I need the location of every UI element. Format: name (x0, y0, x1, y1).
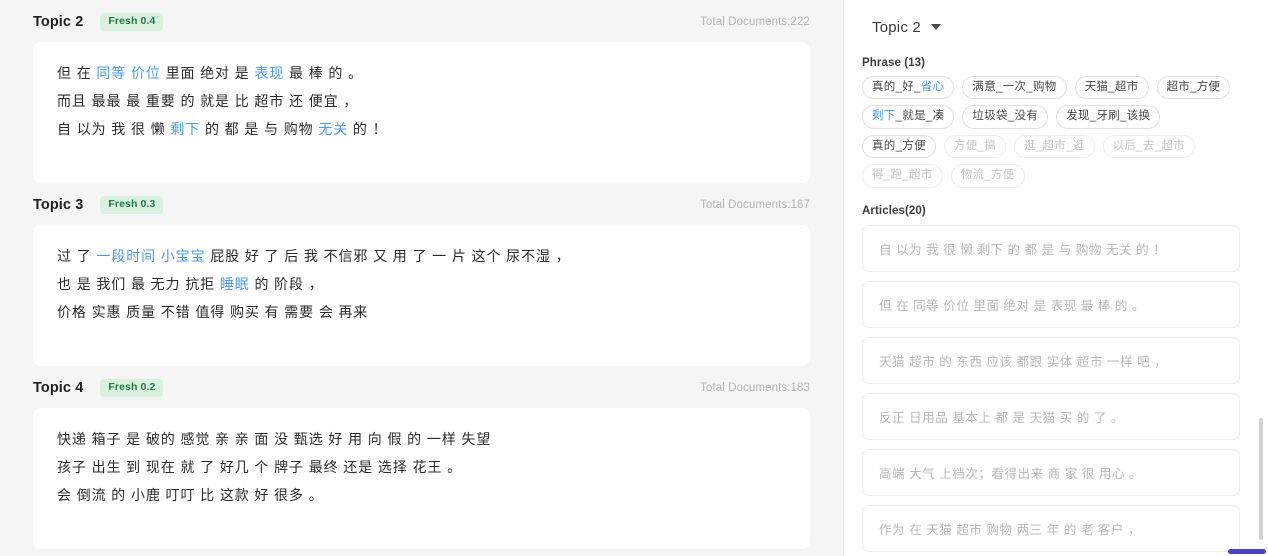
article-item[interactable]: 反正 日用品 基本上 都 是 天猫 买 的 了 。 (862, 392, 1240, 440)
document-line: 自 以为 我 很 懒 剩下 的 都 是 与 购物 无关 的 ！ (57, 115, 786, 143)
plain-text: 但 在 (57, 65, 97, 81)
plain-text: 会 倒流 的 小鹿 叮叮 比 这款 好 很多 。 (57, 487, 324, 503)
vertical-scrollbar[interactable] (1258, 0, 1266, 556)
articles-section-label: Articles(20) (862, 204, 926, 217)
topic-title: Topic 4 (33, 380, 84, 396)
phrase-tag-list: 真的_好_省心 满意_一次_购物 天猫_超市 超市_方便剩下_就是_凑 垃圾袋_没有 发现… (862, 76, 1240, 188)
plain-text: 最 棒 的 。 (284, 65, 364, 81)
highlighted-term: 剩下 (170, 121, 201, 137)
phrase-tag[interactable]: 以后_去_超市 (1102, 134, 1196, 159)
highlighted-term: 表现 (254, 65, 285, 81)
plain-text: 也 是 我们 最 无力 抗拒 (57, 276, 220, 292)
topic-block: Topic 2 Fresh 0.4 Total Documents:222 但 在 同… (0, 0, 843, 183)
document-line: 会 倒流 的 小鹿 叮叮 比 这款 好 很多 。 (57, 481, 786, 509)
topic-header: Topic 3 Fresh 0.3 Total Documents:167 (33, 183, 810, 217)
phrase-tag[interactable]: 天猫_超市 (1074, 76, 1149, 100)
highlighted-term: 一段时间 小宝宝 (96, 248, 206, 264)
phrase-tag[interactable]: 发现_牙刷_该换 (1056, 105, 1161, 129)
plain-text: 逛_超市_逛 (1024, 139, 1085, 152)
topic-block: Topic 3 Fresh 0.3 Total Documents:167 过 了 一… (0, 183, 843, 366)
highlighted-term: 剩下 (872, 110, 896, 123)
plain-text: 物流_方便 (960, 169, 1015, 182)
highlighted-term: 省心 (920, 81, 945, 93)
plain-text: 的 都 是 与 购物 (200, 121, 319, 137)
plain-text: 以后_去_超市 (1112, 139, 1186, 152)
phrase-tag[interactable]: 剩下_就是_凑 (862, 105, 955, 129)
document-line: 而且 最最 最 重要 的 就是 比 超市 还 便宜 ， (57, 87, 786, 115)
phrase-section-label: Phrase (13) (862, 57, 926, 69)
topic-selector-label: Topic 2 (872, 18, 921, 36)
phrase-tag[interactable]: 真的_方便 (862, 134, 936, 159)
topic-header: Topic 2 Fresh 0.4 Total Documents:222 (33, 0, 810, 34)
plain-text: 真的_好_ (872, 81, 921, 93)
total-documents-label: Total Documents:222 (700, 16, 810, 28)
plain-text: 方便_搞 (953, 139, 997, 152)
document-line: 孩子 出生 到 现在 就 了 好几 个 牌子 最终 还是 选择 花王 。 (57, 453, 786, 481)
phrase-tag[interactable]: 超市_方便 (1156, 76, 1231, 100)
plain-text: 而且 最最 最 重要 的 就是 比 超市 还 便宜 ， (57, 93, 359, 109)
article-item[interactable]: 但 在 同等 价位 里面 绝对 是 表现 最 棒 的 。 (862, 280, 1240, 328)
document-line: 但 在 同等 价位 里面 绝对 是 表现 最 棒 的 。 (57, 59, 786, 87)
plain-text: 屁股 好 了 后 我 不信邪 又 用 了 一 片 这个 尿不湿 ， (205, 248, 571, 264)
topic-block: Topic 4 Fresh 0.2 Total Documents:183 快递 箱子… (0, 366, 843, 549)
topic-documents-card[interactable]: 但 在 同等 价位 里面 绝对 是 表现 最 棒 的 。而且 最最 最 重要 的… (33, 42, 810, 183)
article-item[interactable]: 自 以为 我 很 懒 剩下 的 都 是 与 购物 无关 的 ！ (862, 224, 1240, 272)
total-documents-label: Total Documents:183 (700, 382, 810, 394)
plain-text: 价格 实惠 质量 不错 值得 购买 有 需要 会 再来 (57, 304, 369, 320)
freshness-badge: Fresh 0.4 (100, 13, 164, 31)
plain-text: 自 以为 我 很 懒 (57, 121, 171, 137)
plain-text: _就是_凑 (895, 110, 945, 123)
app-root: Topic 2 Fresh 0.4 Total Documents:222 但 在 同… (0, 0, 1268, 556)
vertical-scrollbar-thumb[interactable] (1259, 418, 1263, 540)
phrase-tag[interactable]: 逛_超市_逛 (1014, 134, 1095, 159)
chevron-down-icon[interactable] (930, 24, 941, 30)
plain-text: 天猫_超市 (1084, 81, 1139, 93)
plain-text: 真的_方便 (872, 139, 926, 152)
plain-text: 里面 绝对 是 (160, 65, 255, 81)
total-documents-label: Total Documents:167 (700, 199, 810, 211)
freshness-badge: Fresh 0.2 (100, 379, 164, 397)
highlighted-term: 无关 (318, 121, 349, 137)
plain-text: 发现_牙刷_该换 (1066, 110, 1151, 123)
document-line: 快递 箱子 是 破的 感觉 亲 亲 面 没 甄选 好 用 向 假 的 一样 失望 (57, 425, 786, 453)
plain-text: 垃圾袋_没有 (972, 110, 1039, 123)
plain-text: 孩子 出生 到 现在 就 了 好几 个 牌子 最终 还是 选择 花王 。 (57, 459, 462, 475)
plain-text: 过 了 (57, 248, 97, 264)
plain-text: 的 阶段 ， (249, 276, 324, 292)
document-line: 也 是 我们 最 无力 抗拒 睡眠 的 阶段 ， (57, 270, 786, 298)
highlighted-term: 睡眠 (219, 276, 250, 292)
topics-panel[interactable]: Topic 2 Fresh 0.4 Total Documents:222 但 在 同… (0, 0, 843, 556)
topic-documents-card[interactable]: 快递 箱子 是 破的 感觉 亲 亲 面 没 甄选 好 用 向 假 的 一样 失望… (33, 408, 810, 549)
phrase-tag[interactable]: 垃圾袋_没有 (962, 105, 1049, 129)
phrase-tag[interactable]: 得_跑_超市 (862, 164, 943, 188)
article-item[interactable]: 天猫 超市 的 东西 应该 都跟 实体 超市 一样 吧 ， (862, 336, 1240, 384)
topic-header: Topic 4 Fresh 0.2 Total Documents:183 (33, 366, 810, 400)
article-item[interactable]: 作为 在 天猫 超市 购物 两三 年 的 老 客户 ， (862, 504, 1240, 552)
article-item[interactable]: 高端 大气 上档次；看得出来 商 家 很 用心 。 (862, 448, 1240, 496)
topic-detail-panel[interactable]: Topic 2 Phrase (13) 真的_好_省心 满意_一次_购物 天猫_超市… (844, 0, 1268, 556)
topic-title: Topic 2 (33, 14, 84, 30)
plain-text: 超市_方便 (1166, 81, 1221, 93)
freshness-badge: Fresh 0.3 (100, 196, 164, 214)
plain-text: 得_跑_超市 (872, 169, 933, 182)
highlighted-term: 同等 价位 (96, 65, 161, 81)
topic-selector-dropdown[interactable]: Topic 2 (862, 12, 957, 42)
topic-documents-card[interactable]: 过 了 一段时间 小宝宝 屁股 好 了 后 我 不信邪 又 用 了 一 片 这个… (33, 225, 810, 366)
phrase-tag[interactable]: 方便_搞 (943, 134, 1007, 159)
plain-text: 的 ！ (348, 121, 388, 137)
plain-text: 满意_一次_购物 (972, 81, 1057, 93)
phrase-tag[interactable]: 物流_方便 (950, 164, 1025, 188)
topics-list: Topic 2 Fresh 0.4 Total Documents:222 但 在 同… (0, 0, 843, 549)
document-line: 价格 实惠 质量 不错 值得 购买 有 需要 会 再来 (57, 298, 786, 326)
document-line: 过 了 一段时间 小宝宝 屁股 好 了 后 我 不信邪 又 用 了 一 片 这个… (57, 242, 786, 270)
article-list: 自 以为 我 很 懒 剩下 的 都 是 与 购物 无关 的 ！ 但 在 同等 价位… (862, 224, 1240, 556)
phrase-tag[interactable]: 真的_好_省心 (862, 76, 955, 100)
plain-text: 快递 箱子 是 破的 感觉 亲 亲 面 没 甄选 好 用 向 假 的 一样 失望 (57, 431, 492, 447)
horizontal-scrollbar-thumb[interactable] (1228, 549, 1266, 554)
topic-title: Topic 3 (33, 197, 84, 213)
phrase-tag[interactable]: 满意_一次_购物 (962, 76, 1067, 100)
